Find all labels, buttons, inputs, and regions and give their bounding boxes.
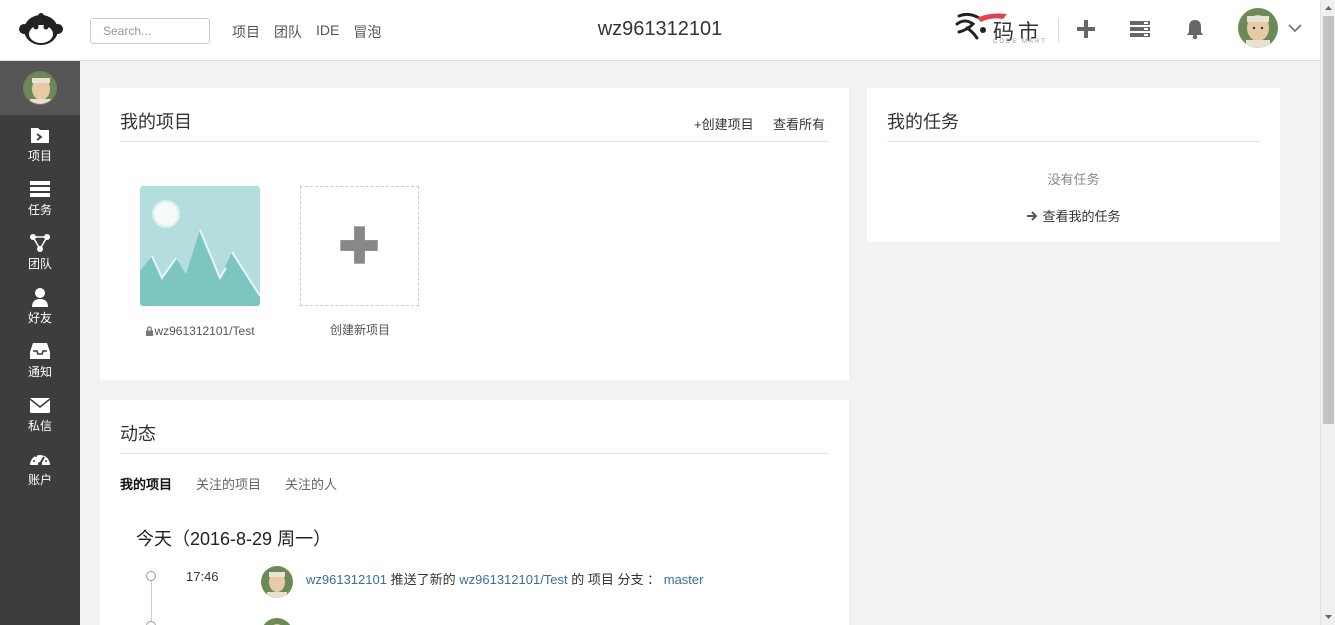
divider bbox=[120, 453, 829, 454]
view-my-tasks-link[interactable]: 查看我的任务 bbox=[867, 206, 1280, 225]
brand-subtext: CODE MART bbox=[993, 39, 1047, 45]
server-list-icon[interactable] bbox=[1129, 18, 1151, 40]
team-icon bbox=[30, 234, 50, 252]
tasks-panel: 我的任务 没有任务 查看我的任务 bbox=[867, 88, 1280, 242]
user-avatar[interactable] bbox=[1238, 8, 1278, 48]
page-title-username: wz961312101 bbox=[597, 18, 723, 40]
tab-my-projects[interactable]: 我的项目 bbox=[120, 474, 172, 493]
sidebar-item-label: 好友 bbox=[27, 311, 52, 325]
sidebar-item-label: 项目 bbox=[27, 149, 52, 163]
tasks-panel-title: 我的任务 bbox=[887, 112, 959, 132]
event-avatar[interactable] bbox=[261, 566, 293, 598]
nav-teams[interactable]: 团队 bbox=[274, 22, 302, 42]
plus-icon bbox=[340, 226, 378, 264]
chevron-down-icon[interactable] bbox=[1287, 20, 1303, 36]
event-description: wz961312101 推送了新的 wz961312101/Test 的 项目 … bbox=[306, 569, 703, 588]
sidebar-item-label: 团队 bbox=[27, 257, 52, 271]
sidebar-avatar-area bbox=[0, 61, 80, 115]
scrollbar-thumb[interactable] bbox=[1323, 16, 1334, 424]
nav-projects[interactable]: 项目 bbox=[232, 22, 260, 42]
arrow-right-icon bbox=[1026, 210, 1038, 225]
task-icon bbox=[30, 181, 50, 197]
sidebar-item-friends[interactable]: 好友 bbox=[0, 281, 80, 331]
timeline-dot bbox=[146, 571, 156, 581]
day-heading: 今天（2016-8-29 周一） bbox=[136, 529, 332, 549]
activity-panel: 动态 我的项目 关注的项目 关注的人 今天（2016-8-29 周一） 17:4… bbox=[100, 400, 849, 625]
event-project-link[interactable]: wz961312101/Test bbox=[459, 572, 567, 587]
tab-followed-projects[interactable]: 关注的项目 bbox=[196, 474, 261, 493]
sidebar-item-label: 任务 bbox=[27, 203, 52, 217]
view-all-projects-link[interactable]: 查看所有 bbox=[773, 114, 825, 133]
event-suffix: 的 项目 分支 ： bbox=[571, 572, 661, 587]
divider bbox=[887, 141, 1260, 142]
project-icon bbox=[31, 128, 49, 143]
sidebar-item-projects[interactable]: 项目 bbox=[0, 119, 80, 169]
sidebar-item-label: 私信 bbox=[27, 419, 52, 433]
timeline-dot bbox=[146, 621, 156, 625]
top-bar: 项目 团队 IDE 冒泡 wz961312101 码市 CODE MART bbox=[0, 0, 1320, 61]
sidebar: 项目 任务 团队 好友 通知 私信 账户 bbox=[0, 61, 80, 625]
event-user-link[interactable]: wz961312101 bbox=[306, 572, 387, 587]
project-thumbnail[interactable] bbox=[140, 186, 260, 306]
sidebar-item-notifications[interactable]: 通知 bbox=[0, 335, 80, 385]
event-avatar[interactable] bbox=[261, 618, 293, 625]
inbox-icon bbox=[30, 343, 50, 359]
event-action: 推送了新的 bbox=[390, 572, 456, 587]
event-time: 17:46 bbox=[186, 569, 219, 584]
new-project-label[interactable]: 创建新项目 bbox=[300, 321, 420, 338]
envelope-icon bbox=[29, 398, 51, 413]
scroll-up-arrow-icon[interactable] bbox=[1321, 0, 1335, 16]
friend-icon bbox=[32, 288, 48, 307]
sidebar-avatar[interactable] bbox=[23, 71, 57, 105]
divider bbox=[120, 141, 829, 142]
nav-ide[interactable]: IDE bbox=[316, 22, 339, 42]
activity-panel-title: 动态 bbox=[120, 424, 156, 444]
codemart-brand-logo[interactable]: 码市 CODE MART bbox=[953, 8, 1048, 48]
no-tasks-text: 没有任务 bbox=[1047, 172, 1100, 187]
activity-tabs: 我的项目 关注的项目 关注的人 bbox=[120, 474, 337, 493]
project-name[interactable]: wz961312101/Test bbox=[138, 324, 262, 339]
vertical-scrollbar[interactable] bbox=[1320, 0, 1335, 625]
sidebar-item-messages[interactable]: 私信 bbox=[0, 389, 80, 439]
sidebar-item-label: 通知 bbox=[27, 365, 52, 379]
new-project-button[interactable] bbox=[300, 186, 419, 306]
plus-icon[interactable] bbox=[1075, 18, 1097, 40]
sidebar-item-label: 账户 bbox=[27, 473, 52, 487]
dashboard-icon bbox=[30, 453, 50, 466]
monkey-logo-icon[interactable] bbox=[18, 12, 64, 48]
sidebar-item-teams[interactable]: 团队 bbox=[0, 227, 80, 277]
tab-followed-people[interactable]: 关注的人 bbox=[285, 474, 337, 493]
create-project-link[interactable]: +创建项目 bbox=[694, 114, 754, 133]
scroll-down-arrow-icon[interactable] bbox=[1321, 609, 1335, 625]
event-branch-link[interactable]: master bbox=[664, 572, 704, 587]
timeline-line bbox=[151, 578, 152, 625]
bell-icon[interactable] bbox=[1184, 18, 1206, 40]
divider bbox=[1058, 18, 1059, 42]
nav-bubble[interactable]: 冒泡 bbox=[353, 22, 381, 42]
sidebar-item-tasks[interactable]: 任务 bbox=[0, 173, 80, 223]
search-input[interactable] bbox=[90, 18, 210, 44]
top-nav: 项目 团队 IDE 冒泡 bbox=[232, 22, 381, 42]
sidebar-item-account[interactable]: 账户 bbox=[0, 443, 80, 493]
project-name-text: wz961312101/Test bbox=[154, 324, 255, 338]
projects-panel: 我的项目 +创建项目 查看所有 wz961312101/Test 创建新项目 bbox=[100, 88, 849, 380]
projects-panel-title: 我的项目 bbox=[120, 112, 192, 132]
view-my-tasks-label: 查看我的任务 bbox=[1042, 209, 1121, 224]
